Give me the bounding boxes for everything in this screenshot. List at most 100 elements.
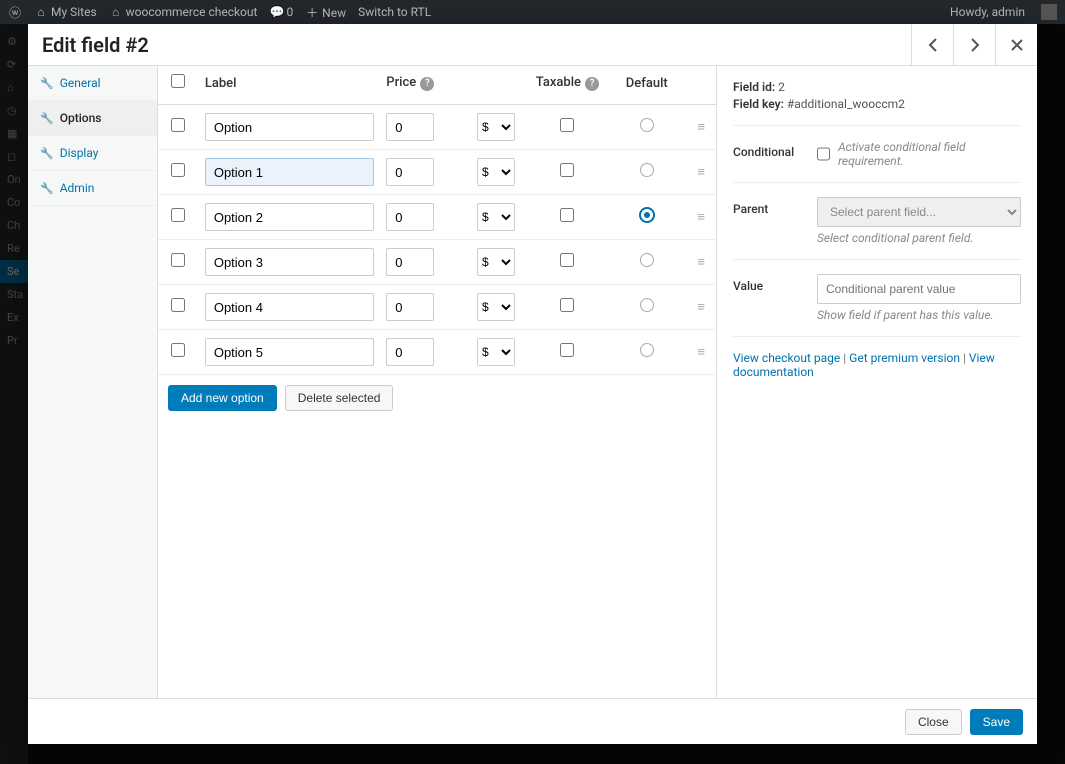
delete-selected-button[interactable]: Delete selected bbox=[285, 385, 394, 411]
get-premium-link[interactable]: Get premium version bbox=[849, 351, 960, 365]
currency-select[interactable]: $ bbox=[477, 113, 515, 141]
row-select-checkbox[interactable] bbox=[171, 163, 185, 177]
parent-select[interactable]: Select parent field... bbox=[817, 197, 1021, 227]
activate-conditional-checkbox[interactable] bbox=[817, 147, 830, 161]
switch-rtl-link[interactable]: Switch to RTL bbox=[358, 5, 431, 19]
avatar[interactable] bbox=[1041, 4, 1057, 20]
header-label: Label bbox=[199, 66, 380, 105]
table-row: $ ≡ bbox=[158, 330, 716, 375]
view-checkout-link[interactable]: View checkout page bbox=[733, 351, 840, 365]
wp-logo-icon[interactable]: ⓦ bbox=[8, 4, 22, 21]
options-table: Label Price? Taxable? Default $ ≡ $ ≡ bbox=[158, 66, 716, 375]
taxable-checkbox[interactable] bbox=[560, 208, 574, 222]
drag-handle[interactable]: ≡ bbox=[686, 240, 716, 285]
drag-handle[interactable]: ≡ bbox=[686, 105, 716, 150]
close-modal-button[interactable]: Close bbox=[905, 709, 962, 735]
table-row: $ ≡ bbox=[158, 240, 716, 285]
row-select-checkbox[interactable] bbox=[171, 118, 185, 132]
table-row: $ ≡ bbox=[158, 105, 716, 150]
site-name-link[interactable]: ⌂ woocommerce checkout bbox=[109, 5, 258, 19]
taxable-checkbox[interactable] bbox=[560, 163, 574, 177]
option-price-input[interactable] bbox=[386, 338, 434, 366]
option-price-input[interactable] bbox=[386, 293, 434, 321]
currency-select[interactable]: $ bbox=[477, 293, 515, 321]
header-default: Default bbox=[607, 66, 686, 105]
tab-label: Options bbox=[60, 111, 102, 125]
option-price-input[interactable] bbox=[386, 203, 434, 231]
help-icon[interactable]: ? bbox=[420, 77, 434, 91]
drag-handle[interactable]: ≡ bbox=[686, 195, 716, 240]
house-icon: ⌂ bbox=[34, 5, 48, 19]
next-button[interactable] bbox=[953, 24, 995, 66]
conditional-section: Conditional Activate conditional field r… bbox=[733, 140, 1021, 168]
drag-handle[interactable]: ≡ bbox=[686, 150, 716, 195]
value-section: Value Show field if parent has this valu… bbox=[733, 274, 1021, 322]
conditional-label: Conditional bbox=[733, 140, 807, 159]
taxable-checkbox[interactable] bbox=[560, 253, 574, 267]
taxable-checkbox[interactable] bbox=[560, 298, 574, 312]
tab-options[interactable]: 🔧Options bbox=[28, 101, 157, 136]
plus-icon: ＋ bbox=[305, 4, 319, 21]
field-id-meta: Field id: 2 bbox=[733, 80, 1021, 94]
default-radio[interactable] bbox=[640, 163, 654, 177]
modal-title: Edit field #2 bbox=[28, 33, 911, 57]
option-price-input[interactable] bbox=[386, 248, 434, 276]
tab-label: Display bbox=[60, 146, 99, 160]
modal-footer: Close Save bbox=[28, 698, 1037, 744]
option-label-input[interactable] bbox=[205, 248, 374, 276]
row-select-checkbox[interactable] bbox=[171, 208, 185, 222]
wrench-icon: 🔧 bbox=[40, 147, 54, 160]
taxable-checkbox[interactable] bbox=[560, 343, 574, 357]
taxable-checkbox[interactable] bbox=[560, 118, 574, 132]
wp-admin-bar: ⓦ ⌂ My Sites ⌂ woocommerce checkout 💬 0 … bbox=[0, 0, 1065, 24]
modal-tabs: 🔧General 🔧Options 🔧Display 🔧Admin bbox=[28, 66, 158, 698]
save-button[interactable]: Save bbox=[970, 709, 1023, 735]
default-radio[interactable] bbox=[640, 343, 654, 357]
sidebar-links: View checkout page | Get premium version… bbox=[733, 351, 1021, 379]
row-select-checkbox[interactable] bbox=[171, 253, 185, 267]
comments-link[interactable]: 💬 0 bbox=[269, 5, 293, 19]
default-radio[interactable] bbox=[639, 207, 655, 223]
default-radio[interactable] bbox=[640, 253, 654, 267]
close-button[interactable] bbox=[995, 24, 1037, 66]
option-label-input[interactable] bbox=[205, 338, 374, 366]
currency-select[interactable]: $ bbox=[477, 203, 515, 231]
default-radio[interactable] bbox=[640, 298, 654, 312]
currency-select[interactable]: $ bbox=[477, 338, 515, 366]
option-label-input[interactable] bbox=[205, 158, 374, 186]
option-price-input[interactable] bbox=[386, 158, 434, 186]
close-icon bbox=[1011, 39, 1023, 51]
drag-handle[interactable]: ≡ bbox=[686, 285, 716, 330]
default-radio[interactable] bbox=[640, 118, 654, 132]
currency-select[interactable]: $ bbox=[477, 248, 515, 276]
my-sites-link[interactable]: ⌂ My Sites bbox=[34, 5, 97, 19]
tab-general[interactable]: 🔧General bbox=[28, 66, 157, 101]
value-label: Value bbox=[733, 274, 807, 293]
option-price-input[interactable] bbox=[386, 113, 434, 141]
option-label-input[interactable] bbox=[205, 203, 374, 231]
value-input[interactable] bbox=[817, 274, 1021, 304]
row-select-checkbox[interactable] bbox=[171, 343, 185, 357]
table-row: $ ≡ bbox=[158, 195, 716, 240]
add-option-button[interactable]: Add new option bbox=[168, 385, 277, 411]
header-price: Price? bbox=[380, 66, 527, 105]
row-select-checkbox[interactable] bbox=[171, 298, 185, 312]
table-row: $ ≡ bbox=[158, 150, 716, 195]
tab-admin[interactable]: 🔧Admin bbox=[28, 171, 157, 206]
option-label-input[interactable] bbox=[205, 293, 374, 321]
help-icon[interactable]: ? bbox=[585, 77, 599, 91]
select-all-checkbox[interactable] bbox=[171, 74, 185, 88]
prev-button[interactable] bbox=[911, 24, 953, 66]
modal-sidebar: Field id: 2 Field key: #additional_woocc… bbox=[717, 66, 1037, 698]
wrench-icon: 🔧 bbox=[40, 77, 54, 90]
howdy-text[interactable]: Howdy, admin bbox=[950, 5, 1025, 19]
header-taxable: Taxable? bbox=[528, 66, 607, 105]
option-label-input[interactable] bbox=[205, 113, 374, 141]
tab-display[interactable]: 🔧 Display bbox=[28, 136, 157, 171]
currency-select[interactable]: $ bbox=[477, 158, 515, 186]
parent-label: Parent bbox=[733, 197, 807, 216]
parent-section: Parent Select parent field... Select con… bbox=[733, 197, 1021, 245]
field-key-meta: Field key: #additional_wooccm2 bbox=[733, 97, 1021, 111]
drag-handle[interactable]: ≡ bbox=[686, 330, 716, 375]
new-link[interactable]: ＋ New bbox=[305, 4, 346, 21]
